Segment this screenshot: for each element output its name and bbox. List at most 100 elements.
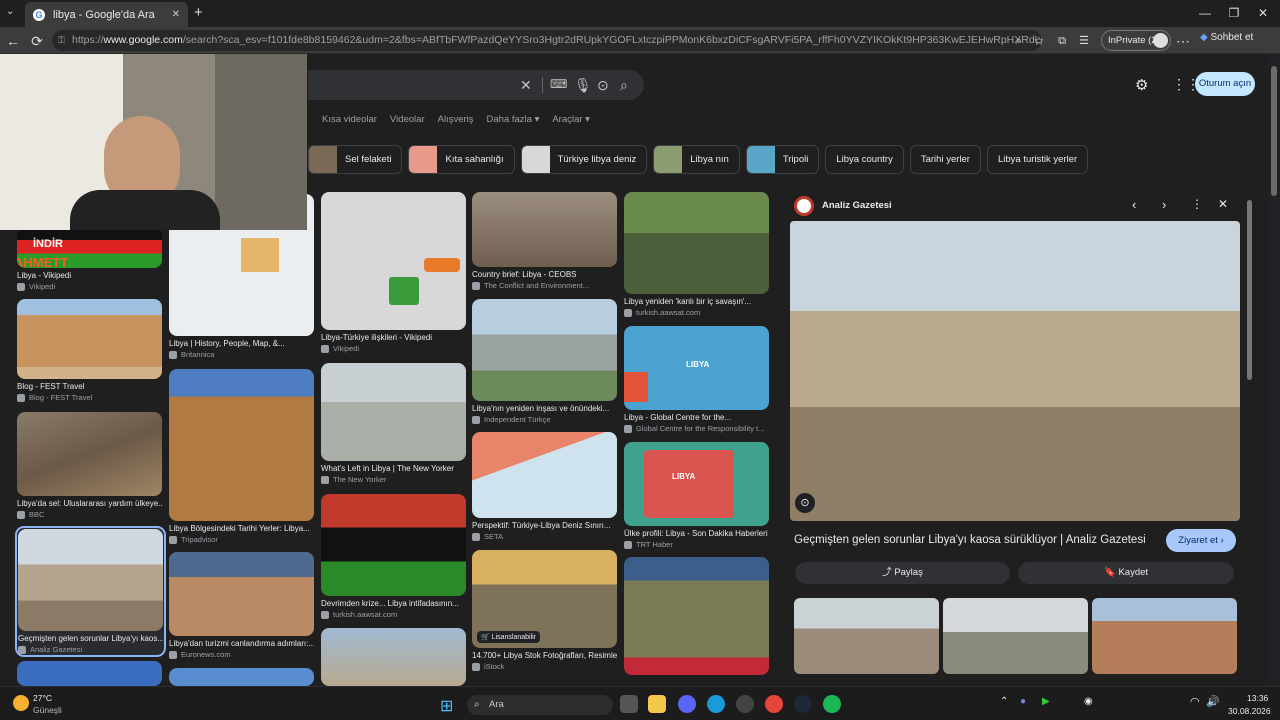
windows-start-icon[interactable]: ⊞ [440,696,453,716]
result-card[interactable]: Libya Bölgesindeki Tarihi Yerler: Libya.… [169,369,314,544]
result-thumbnail [472,432,617,518]
weather-temp[interactable]: 27°C [33,693,52,703]
edge-icon[interactable] [707,695,725,713]
zoom-icon[interactable]: ⌕ [1009,31,1029,51]
result-card[interactable]: Blog - FEST Travel Blog - FEST Travel [17,299,162,402]
browser-tab[interactable]: G libya - Google'da Ara ✕ [25,2,188,27]
back-icon[interactable]: ← [3,31,23,51]
result-card[interactable]: Libya yeniden 'kanlı bir iç savaşın'... … [624,192,769,317]
favorite-star-icon[interactable]: ☆ [1029,31,1049,51]
search-icon[interactable]: ⌕ [620,77,628,94]
result-card[interactable] [321,628,466,686]
tab-tools[interactable]: Araçlar ▾ [552,114,590,125]
search-box[interactable]: ✕ ⌨ 🎙 ⊙ ⌕ [308,70,644,100]
result-card-selected[interactable]: Geçmişten gelen sorunlar Libya'yı kaos..… [15,526,166,657]
share-button[interactable]: ⤴ Paylaş [795,562,1010,584]
result-card[interactable]: Libya-Türkiye ilişkileri - Vikipedi Viki… [321,192,466,353]
tab-short-videos[interactable]: Kısa videolar [322,114,377,125]
chip-0[interactable]: Sel felaketi [308,145,403,174]
tab-list-dropdown[interactable]: ⌄ [6,6,14,17]
result-card[interactable]: LIBYA Ülke profili: Libya - Son Dakika H… [624,442,769,549]
file-explorer-icon[interactable] [648,695,666,713]
wifi-icon[interactable]: ◠ [1190,695,1200,708]
steam-icon[interactable] [794,695,812,713]
chip-4[interactable]: Tripoli [745,145,820,174]
spotify-icon[interactable] [823,695,841,713]
keyboard-icon[interactable]: ⌨ [550,77,567,91]
result-card[interactable]: Country brief: Libya - CEOBS The Conflic… [472,192,617,290]
result-card[interactable]: Libya'nın yeniden inşası ve önündeki... … [472,299,617,424]
tray-app-icon[interactable]: ● [1020,696,1026,707]
related-thumbnail[interactable] [943,598,1088,674]
next-image-icon[interactable]: › [1162,197,1166,212]
close-window-button[interactable]: ✕ [1248,4,1278,22]
more-menu-icon[interactable]: ⋯ [1173,31,1193,51]
url-prefix: https:// [72,34,104,46]
result-card[interactable] [17,661,162,686]
discord-icon[interactable] [678,695,696,713]
weather-desc[interactable]: Güneşli [33,705,62,715]
result-card[interactable]: Perspektif: Türkiye-Libya Deniz Sınırı..… [472,432,617,541]
chip-5[interactable]: Libya country [825,145,904,174]
chip-6[interactable]: Tarihi yerler [909,145,981,174]
result-card[interactable]: Libya'dan turizmi canlandırma adımları:.… [169,552,314,659]
visit-button[interactable]: Ziyaret et › [1166,529,1236,552]
show-hidden-icons-icon[interactable]: ⌃ [1000,696,1008,707]
result-card[interactable]: LIBYA Libya - Global Centre for the... G… [624,326,769,433]
task-view-icon[interactable] [620,695,638,713]
extensions-icon[interactable]: ⧉ [1052,31,1072,51]
settings-gear-icon[interactable]: ⚙ [1135,76,1148,94]
copilot-chat-button[interactable]: ◆ Sohbet et [1200,32,1253,43]
inprivate-badge[interactable]: InPrivate (2) [1101,30,1171,51]
scrollbar-thumb[interactable] [1271,66,1277,196]
search-nav-tabs: Kısa videolar Videolar Alışveriş Daha fa… [322,114,590,125]
close-tab-icon[interactable]: ✕ [172,9,180,20]
volume-icon[interactable]: 🔊 [1206,695,1220,708]
chip-7[interactable]: Libya turistik yerler [986,145,1089,174]
reload-icon[interactable]: ⟳ [27,31,47,51]
preview-image[interactable]: ⊙ [790,221,1240,521]
panel-scrollbar[interactable] [1247,200,1252,380]
close-panel-icon[interactable]: ✕ [1218,197,1228,211]
result-card[interactable]: Libya'da sel: Uluslararası yardım ülkeye… [17,412,162,519]
voice-search-icon[interactable]: 🎙 [574,77,592,94]
tab-shopping[interactable]: Alışveriş [438,114,474,125]
chip-3[interactable]: Libya nın [653,145,740,174]
chip-2[interactable]: Türkiye libya deniz [520,145,648,174]
obs-icon[interactable] [736,695,754,713]
taskbar-search[interactable]: ⌕ Ara [467,695,613,715]
tab-more[interactable]: Daha fazla ▾ [487,114,540,125]
result-card[interactable] [169,668,314,686]
related-thumbnail[interactable] [794,598,939,674]
tray-play-icon[interactable]: ▶ [1042,696,1050,707]
maximize-button[interactable]: ❐ [1219,4,1249,22]
url-field[interactable]: ⚿ https://www.google.com/search?sca_esv=f… [52,30,1042,51]
new-tab-button[interactable]: + [194,4,203,21]
clear-search-icon[interactable]: ✕ [520,77,532,94]
sign-in-button[interactable]: Oturum açın [1195,72,1255,96]
tab-videos[interactable]: Videolar [390,114,425,125]
chrome-icon[interactable] [765,695,783,713]
result-card[interactable]: Devrimden krize... Libya intifadasının..… [321,494,466,619]
clock-time[interactable]: 13:36 [1247,693,1268,703]
related-thumbnail[interactable] [1092,598,1237,674]
clock-date[interactable]: 30.08.2026 [1228,706,1271,716]
page-scrollbar[interactable] [1268,54,1280,686]
result-card[interactable]: What's Left in Libya | The New Yorker Th… [321,363,466,484]
tray-steam-icon[interactable]: ◉ [1084,696,1093,707]
preview-title[interactable]: Geçmişten gelen sorunlar Libya'yı kaosa … [794,534,1146,546]
more-options-icon[interactable]: ⋮ [1191,197,1203,211]
result-card[interactable] [624,557,769,675]
weather-icon[interactable] [13,695,29,711]
lens-icon[interactable]: ⊙ [795,493,815,513]
site-info-icon[interactable]: ⚿ [58,30,65,51]
minimize-button[interactable]: — [1190,4,1220,22]
result-thumbnail [472,192,617,267]
lens-search-icon[interactable]: ⊙ [597,77,609,94]
favorites-icon[interactable]: ☰ [1074,31,1094,51]
prev-image-icon[interactable]: ‹ [1132,197,1136,212]
result-card[interactable]: 🛒 Lisanslanabilir 14.700+ Libya Stok Fot… [472,550,617,671]
save-button[interactable]: 🔖 Kaydet [1018,562,1234,584]
chip-1[interactable]: Kıta sahanlığı [408,145,515,174]
result-card[interactable]: İNDİR AHMETT Libya - Vikipedi Vikipedi [17,228,162,291]
